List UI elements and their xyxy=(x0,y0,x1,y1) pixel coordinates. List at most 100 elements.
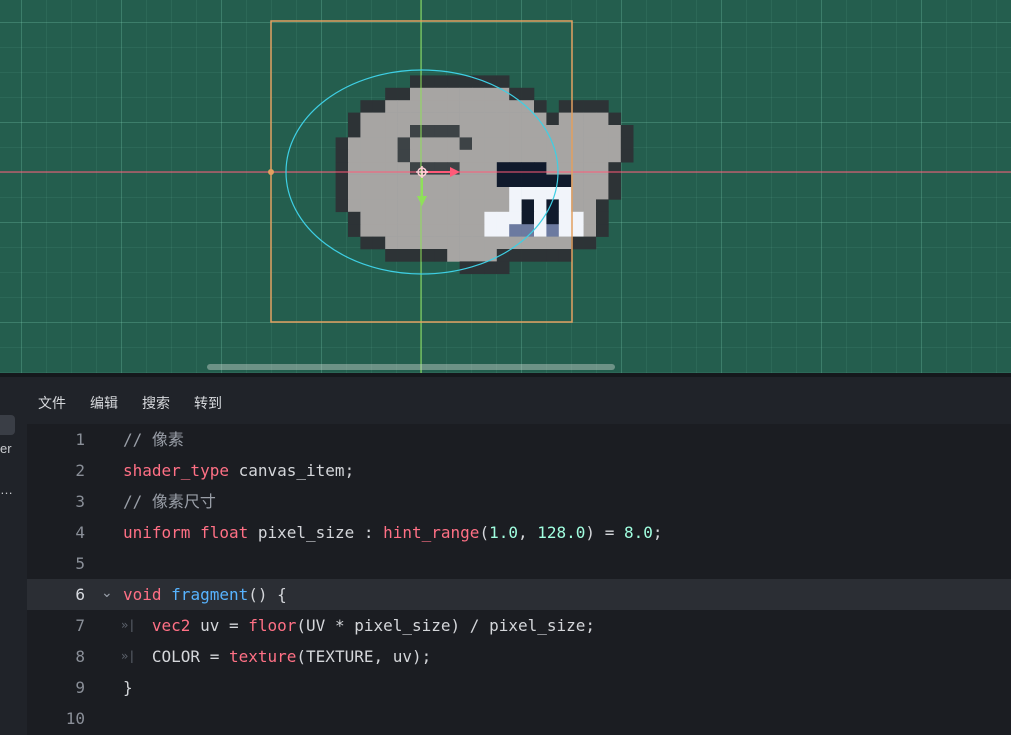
side-panel-item-ellipsis[interactable]: … xyxy=(0,482,13,497)
sprite-pixel xyxy=(496,75,510,89)
sprite-pixel xyxy=(385,137,398,151)
code-line[interactable]: 5 xyxy=(27,548,1011,579)
sprite-pixel xyxy=(434,187,448,200)
sprite-pixel xyxy=(360,162,374,175)
code-text[interactable]: } xyxy=(123,679,133,697)
sprite-pixel xyxy=(534,249,547,262)
code-line[interactable]: 7 »| vec2 uv = floor(UV * pixel_size) / p… xyxy=(27,610,1011,641)
code-token-ident: ) = xyxy=(585,523,624,542)
code-token-number: 8.0 xyxy=(623,523,653,542)
canvas-viewport[interactable] xyxy=(0,0,1011,373)
sprite-pixel xyxy=(571,112,584,126)
sprite-pixel xyxy=(571,125,584,138)
code-token-ident: canvas_item; xyxy=(228,461,355,480)
pivot-handle-left[interactable] xyxy=(268,169,274,175)
menu-edit[interactable]: 编辑 xyxy=(78,389,130,417)
sprite-pixel xyxy=(397,174,411,188)
menu-goto[interactable]: 转到 xyxy=(182,389,234,417)
code-line[interactable]: 9} xyxy=(27,672,1011,703)
sprite-pixel xyxy=(509,162,522,175)
sprite-pixel xyxy=(447,211,460,225)
sprite-pixel xyxy=(397,137,411,151)
sprite-pixel xyxy=(571,137,584,151)
sprite-pixel xyxy=(558,199,572,213)
sprite-pixel xyxy=(558,125,572,138)
code-text[interactable]: void fragment() { xyxy=(123,586,287,604)
code-text[interactable]: shader_type canvas_item; xyxy=(123,462,354,480)
code-editor[interactable]: 1 // 像素 2 shader_type canvas_item; 3 // 像素尺寸 4… xyxy=(27,424,1011,735)
sprite-pixel xyxy=(496,187,510,200)
side-panel-item-truncated[interactable]: er xyxy=(0,441,12,456)
sprite-pixel xyxy=(459,100,473,113)
menu-search[interactable]: 搜索 xyxy=(130,389,182,417)
sprite-pixel xyxy=(397,236,411,250)
sprite-pixel xyxy=(397,187,411,200)
sprite-pixel xyxy=(422,236,436,250)
sprite-pixel xyxy=(385,199,398,213)
sprite-pixel xyxy=(348,149,361,163)
sprite-pixel xyxy=(447,199,460,213)
code-line[interactable]: 4 uniform float pixel_size : hint_range(1… xyxy=(27,517,1011,548)
sprite-pixel xyxy=(434,236,448,250)
sprite-pixel xyxy=(372,199,386,213)
sprite-pixel xyxy=(385,236,398,250)
line-number: 7 xyxy=(75,616,85,635)
horizontal-scrollbar-thumb[interactable] xyxy=(207,364,615,370)
sprite-pixel xyxy=(472,224,485,237)
menu-file[interactable]: 文件 xyxy=(26,389,78,417)
code-line[interactable]: 6 ⌄ void fragment() { xyxy=(27,579,1011,610)
sprite-pixel xyxy=(521,211,535,225)
code-token-builtin: texture xyxy=(228,647,297,666)
sprite-pixel xyxy=(348,187,361,200)
sprite-pixel xyxy=(534,224,547,237)
sprite-pixel xyxy=(534,100,547,113)
sprite-pixel xyxy=(372,174,386,188)
sprite-pixel xyxy=(620,125,634,138)
sprite-pixel xyxy=(434,100,448,113)
code-line[interactable]: 1 // 像素 xyxy=(27,424,1011,455)
sprite-pixel xyxy=(534,187,547,200)
sprite-pixel xyxy=(496,174,510,188)
line-number: 5 xyxy=(75,554,85,573)
sprite-pixel xyxy=(459,149,473,163)
sprite-pixel xyxy=(583,112,597,126)
sprite-pixel xyxy=(385,174,398,188)
code-line[interactable]: 3 // 像素尺寸 xyxy=(27,486,1011,517)
fold-arrow-icon[interactable]: ⌄ xyxy=(101,585,113,601)
code-text[interactable]: // 像素尺寸 xyxy=(123,493,216,511)
code-text[interactable]: // 像素 xyxy=(123,431,184,449)
code-line[interactable]: 10 xyxy=(27,703,1011,734)
code-line[interactable]: 2 shader_type canvas_item; xyxy=(27,455,1011,486)
viewport-overlay xyxy=(0,0,1011,373)
code-line[interactable]: 8 »| COLOR = texture(TEXTURE, uv); xyxy=(27,641,1011,672)
sprite-pixel xyxy=(546,112,560,126)
sprite-pixel xyxy=(360,100,374,113)
code-text[interactable]: vec2 uv = floor(UV * pixel_size) / pixel… xyxy=(123,617,595,635)
sprite-pixel xyxy=(472,199,485,213)
pixel-art-sprite[interactable] xyxy=(335,75,634,275)
line-number: 8 xyxy=(75,647,85,666)
sprite-pixel xyxy=(472,87,485,101)
sprite-pixel xyxy=(422,211,436,225)
sprite-pixel xyxy=(546,236,560,250)
sprite-pixel xyxy=(372,162,386,175)
side-panel-tab[interactable] xyxy=(0,415,15,435)
sprite-pixel xyxy=(372,100,386,113)
sprite-pixel xyxy=(472,236,485,250)
sprite-pixel xyxy=(385,112,398,126)
sprite-pixel xyxy=(583,224,597,237)
sprite-pixel xyxy=(422,112,436,126)
sprite-pixel xyxy=(459,236,473,250)
sprite-pixel xyxy=(583,211,597,225)
sprite-pixel xyxy=(397,100,411,113)
code-text[interactable]: uniform float pixel_size : hint_range(1.… xyxy=(123,524,663,542)
sprite-pixel xyxy=(596,199,609,213)
sprite-pixel xyxy=(546,211,560,225)
sprite-pixel xyxy=(583,199,597,213)
code-text[interactable]: COLOR = texture(TEXTURE, uv); xyxy=(123,648,431,666)
sprite-pixel xyxy=(620,137,634,151)
sprite-pixel xyxy=(509,187,522,200)
sprite-pixel xyxy=(596,112,609,126)
code-token-comment: // 像素尺寸 xyxy=(123,492,216,511)
sprite-pixel xyxy=(558,187,572,200)
